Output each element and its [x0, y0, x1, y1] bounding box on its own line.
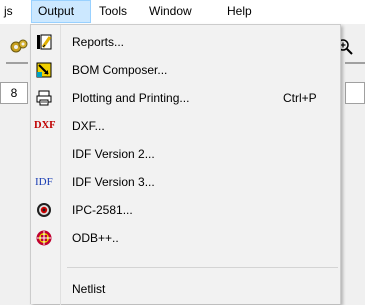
menu-item-dxf[interactable]: DXF DXF...	[32, 112, 339, 140]
ruler-value: 8	[10, 86, 18, 100]
ruler-right	[345, 82, 365, 104]
dxf-icon: DXF	[34, 120, 56, 131]
menu-item-idf-v3[interactable]: IDF IDF Version 3...	[32, 168, 339, 196]
menu-tools[interactable]: Tools	[99, 0, 127, 23]
menu-item-odb[interactable]: ODB++..	[32, 224, 339, 252]
menu-item-label: ODB++..	[72, 231, 119, 245]
printer-icon	[36, 90, 52, 106]
menu-window[interactable]: Window	[149, 0, 192, 23]
gears-icon[interactable]	[10, 38, 28, 56]
menu-item-label: IDF Version 3...	[72, 175, 155, 189]
menu-item-plotting-printing[interactable]: Plotting and Printing... Ctrl+P	[32, 84, 339, 112]
ruler-left: 8	[0, 82, 28, 104]
menu-item-netlist[interactable]: Netlist	[32, 275, 339, 303]
menu-item-idf-v2[interactable]: IDF Version 2...	[32, 140, 339, 168]
menu-help[interactable]: Help	[227, 0, 252, 23]
ipc-icon	[37, 203, 51, 217]
idf-icon: IDF	[35, 176, 53, 188]
menu-js[interactable]: js	[4, 0, 13, 23]
menu-item-ipc-2581[interactable]: IPC-2581...	[32, 196, 339, 224]
menu-item-reports[interactable]: Reports...	[32, 28, 339, 56]
menu-item-label: Plotting and Printing...	[72, 91, 190, 105]
menu-item-label: Netlist	[72, 282, 106, 296]
menu-bar: js Output Tools Window Help	[0, 0, 365, 25]
menu-item-label: BOM Composer...	[72, 63, 168, 77]
odb-icon	[36, 230, 52, 246]
menu-item-label: IDF Version 2...	[72, 147, 155, 161]
toolbar-divider	[6, 62, 28, 64]
menu-item-label: DXF...	[72, 119, 105, 133]
toolbar-divider-right	[345, 62, 365, 64]
side-panel	[0, 104, 28, 304]
menu-item-label: Reports...	[72, 35, 125, 49]
menu-separator	[67, 267, 338, 268]
output-dropdown-menu: Reports... BOM Composer... Plotting and …	[30, 24, 341, 305]
bom-composer-icon	[36, 62, 52, 78]
reports-icon	[37, 34, 52, 50]
shortcut-label: Ctrl+P	[283, 91, 317, 105]
menu-item-label: IPC-2581...	[72, 203, 133, 217]
menu-output[interactable]: Output	[31, 0, 91, 23]
menu-item-bom-composer[interactable]: BOM Composer...	[32, 56, 339, 84]
